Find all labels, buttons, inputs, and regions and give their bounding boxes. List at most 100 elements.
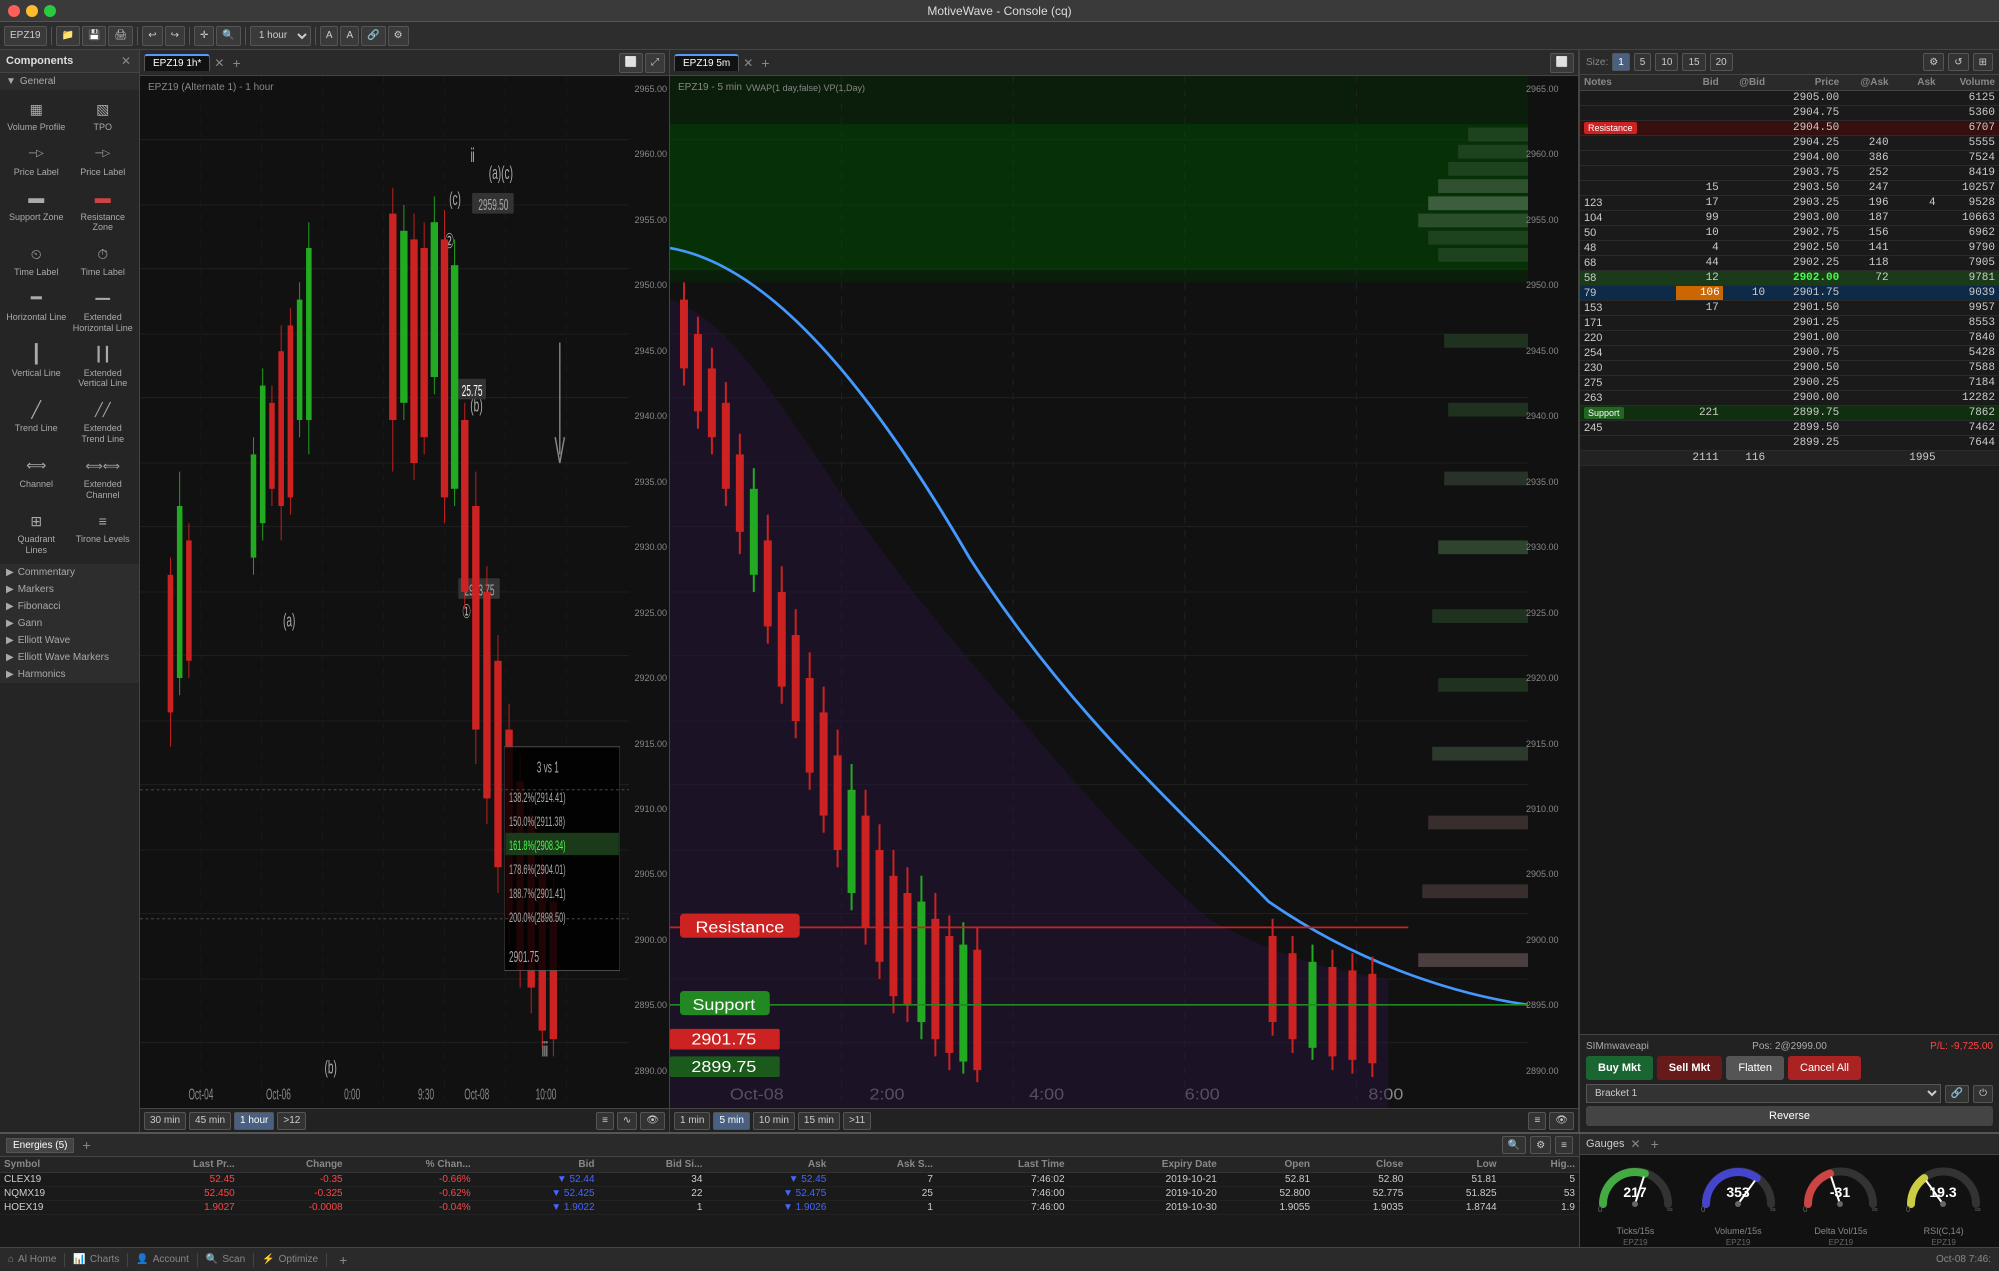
ob-size-15[interactable]: 15 [1682,53,1705,71]
add-chart-1h[interactable]: + [228,55,244,71]
ob-ask-cell[interactable] [1893,406,1940,421]
tb-new[interactable]: EPZ19 [4,26,47,46]
comp-quadrant-lines[interactable]: ⊞ Quadrant Lines [4,506,69,560]
ob-row[interactable]: 48 4 2902.50 141 9790 [1580,241,1999,256]
tb-crosshair[interactable]: ✛ [194,26,214,46]
ob-price-cell[interactable]: 2903.75 [1769,166,1843,181]
flatten-button[interactable]: Flatten [1726,1056,1784,1080]
tb-undo[interactable]: ↩ [142,26,162,46]
ob-ask-cell[interactable] [1893,106,1940,121]
ob-bid-cell[interactable]: 17 [1676,301,1723,316]
ob-row[interactable]: 263 2900.00 12282 [1580,391,1999,406]
ob-ask-cell[interactable] [1893,136,1940,151]
ob-ask-cell[interactable] [1893,271,1940,286]
ob-row[interactable]: Support 221 2899.75 7862 [1580,406,1999,421]
add-chart-5m[interactable]: + [757,55,773,71]
ob-ask-cell[interactable] [1893,241,1940,256]
close-button[interactable] [8,5,20,17]
sb-home[interactable]: ⌂ Al Home [8,1254,56,1265]
ob-bid-cell[interactable]: 99 [1676,211,1723,226]
tf-more1h[interactable]: >12 [277,1112,306,1130]
ob-bid-cell[interactable] [1676,436,1723,451]
ob-row[interactable]: 153 17 2901.50 9957 [1580,301,1999,316]
sb-account[interactable]: 👤 Account [136,1254,189,1265]
cancel-all-button[interactable]: Cancel All [1788,1056,1861,1080]
ob-ask-cell[interactable] [1893,181,1940,196]
tf-30min[interactable]: 30 min [144,1112,186,1130]
ob-row[interactable]: Resistance 2904.50 6707 [1580,121,1999,136]
ob-price-cell[interactable]: 2903.25 [1769,196,1843,211]
tf-10min[interactable]: 10 min [753,1112,795,1130]
comp-tirone-levels[interactable]: ≡ Tirone Levels [71,506,136,560]
ob-price-cell[interactable]: 2899.25 [1769,436,1843,451]
sb-charts[interactable]: 📊 Charts [73,1254,119,1265]
ob-row[interactable]: 58 12 2902.00 72 9781 [1580,271,1999,286]
sb-add[interactable]: + [335,1252,351,1268]
ob-bid-cell[interactable] [1676,391,1723,406]
tb-font-b[interactable]: A [340,26,359,46]
sell-mkt-button[interactable]: Sell Mkt [1657,1056,1723,1080]
section-elliott-wave-markers[interactable]: ▶ Elliott Wave Markers [0,649,139,666]
ob-ask-cell[interactable] [1893,256,1940,271]
comp-volume-profile[interactable]: ▦ Volume Profile [4,94,69,137]
ob-price-cell[interactable]: 2899.50 [1769,421,1843,436]
ob-size-1[interactable]: 1 [1612,53,1630,71]
ct-indicators[interactable]: ∿ [617,1112,637,1130]
tf-1min[interactable]: 1 min [674,1112,710,1130]
ob-row[interactable]: 2904.00 386 7524 [1580,151,1999,166]
ob-size-5[interactable]: 5 [1634,53,1652,71]
comp-vertical-line[interactable]: ┃ Vertical Line [4,340,69,394]
bracket-link[interactable]: 🔗 [1945,1085,1969,1103]
ob-bid-cell[interactable] [1676,331,1723,346]
minimize-button[interactable] [26,5,38,17]
ob-bid-cell[interactable]: 44 [1676,256,1723,271]
wl-row[interactable]: NQMX19 52.450 -0.325 -0.62% ▼ 52.425 22 … [0,1187,1579,1201]
reverse-button[interactable]: Reverse [1586,1106,1993,1126]
section-markers[interactable]: ▶ Markers [0,581,139,598]
tf-5min[interactable]: 5 min [713,1112,749,1130]
ob-ask-cell[interactable] [1893,91,1940,106]
ob-row[interactable]: 15 2903.50 247 10257 [1580,181,1999,196]
tf-1hour[interactable]: 1 hour [234,1112,274,1130]
ob-ask-cell[interactable] [1893,121,1940,136]
tb-link[interactable]: 🔗 [361,26,385,46]
ob-row[interactable]: 171 2901.25 8553 [1580,316,1999,331]
ob-refresh[interactable]: ↺ [1948,53,1968,71]
ob-bid-cell[interactable]: 106 [1676,286,1723,301]
ob-price-cell[interactable]: 2902.00 [1769,271,1843,286]
ob-ask-cell[interactable] [1893,391,1940,406]
ob-row[interactable]: 79 106 10 2901.75 9039 [1580,286,1999,301]
ob-bid-cell[interactable] [1676,346,1723,361]
ct-eye[interactable]: 👁 [640,1112,665,1130]
comp-price-label-1[interactable]: ─▷ Price Label [4,139,69,182]
ob-price-cell[interactable]: 2904.75 [1769,106,1843,121]
section-harmonics[interactable]: ▶ Harmonics [0,666,139,683]
wl-tab-energies[interactable]: Energies (5) [6,1138,74,1153]
ob-row[interactable]: 2904.75 5360 [1580,106,1999,121]
gauges-add[interactable]: + [1647,1136,1663,1152]
ob-price-cell[interactable]: 2901.50 [1769,301,1843,316]
ob-price-cell[interactable]: 2901.25 [1769,316,1843,331]
comp-tpo[interactable]: ▧ TPO [71,94,136,137]
ob-price-cell[interactable]: 2899.75 [1769,406,1843,421]
maximize-chart-1h[interactable]: ⬜ [619,53,643,73]
close-chart-5m[interactable]: ✕ [741,56,755,70]
ob-ask-cell[interactable] [1893,361,1940,376]
wl-add[interactable]: + [78,1137,94,1153]
ob-row[interactable]: 254 2900.75 5428 [1580,346,1999,361]
maximize-button[interactable] [44,5,56,17]
tab-5m[interactable]: EPZ19 5m [674,54,739,71]
ob-row[interactable]: 2905.00 6125 [1580,91,1999,106]
section-elliott-wave[interactable]: ▶ Elliott Wave [0,632,139,649]
ob-bid-cell[interactable] [1676,166,1723,181]
ob-price-cell[interactable]: 2904.50 [1769,121,1843,136]
comp-horizontal-line[interactable]: ━ Horizontal Line [4,284,69,338]
ob-price-cell[interactable]: 2901.75 [1769,286,1843,301]
ob-ask-cell[interactable] [1893,421,1940,436]
ob-price-cell[interactable]: 2902.75 [1769,226,1843,241]
sb-optimize[interactable]: ⚡ Optimize [262,1254,318,1265]
detach-chart-1h[interactable]: ⤢ [645,53,665,73]
tb-settings[interactable]: ⚙ [388,26,409,46]
ob-price-cell[interactable]: 2905.00 [1769,91,1843,106]
section-gann[interactable]: ▶ Gann [0,615,139,632]
